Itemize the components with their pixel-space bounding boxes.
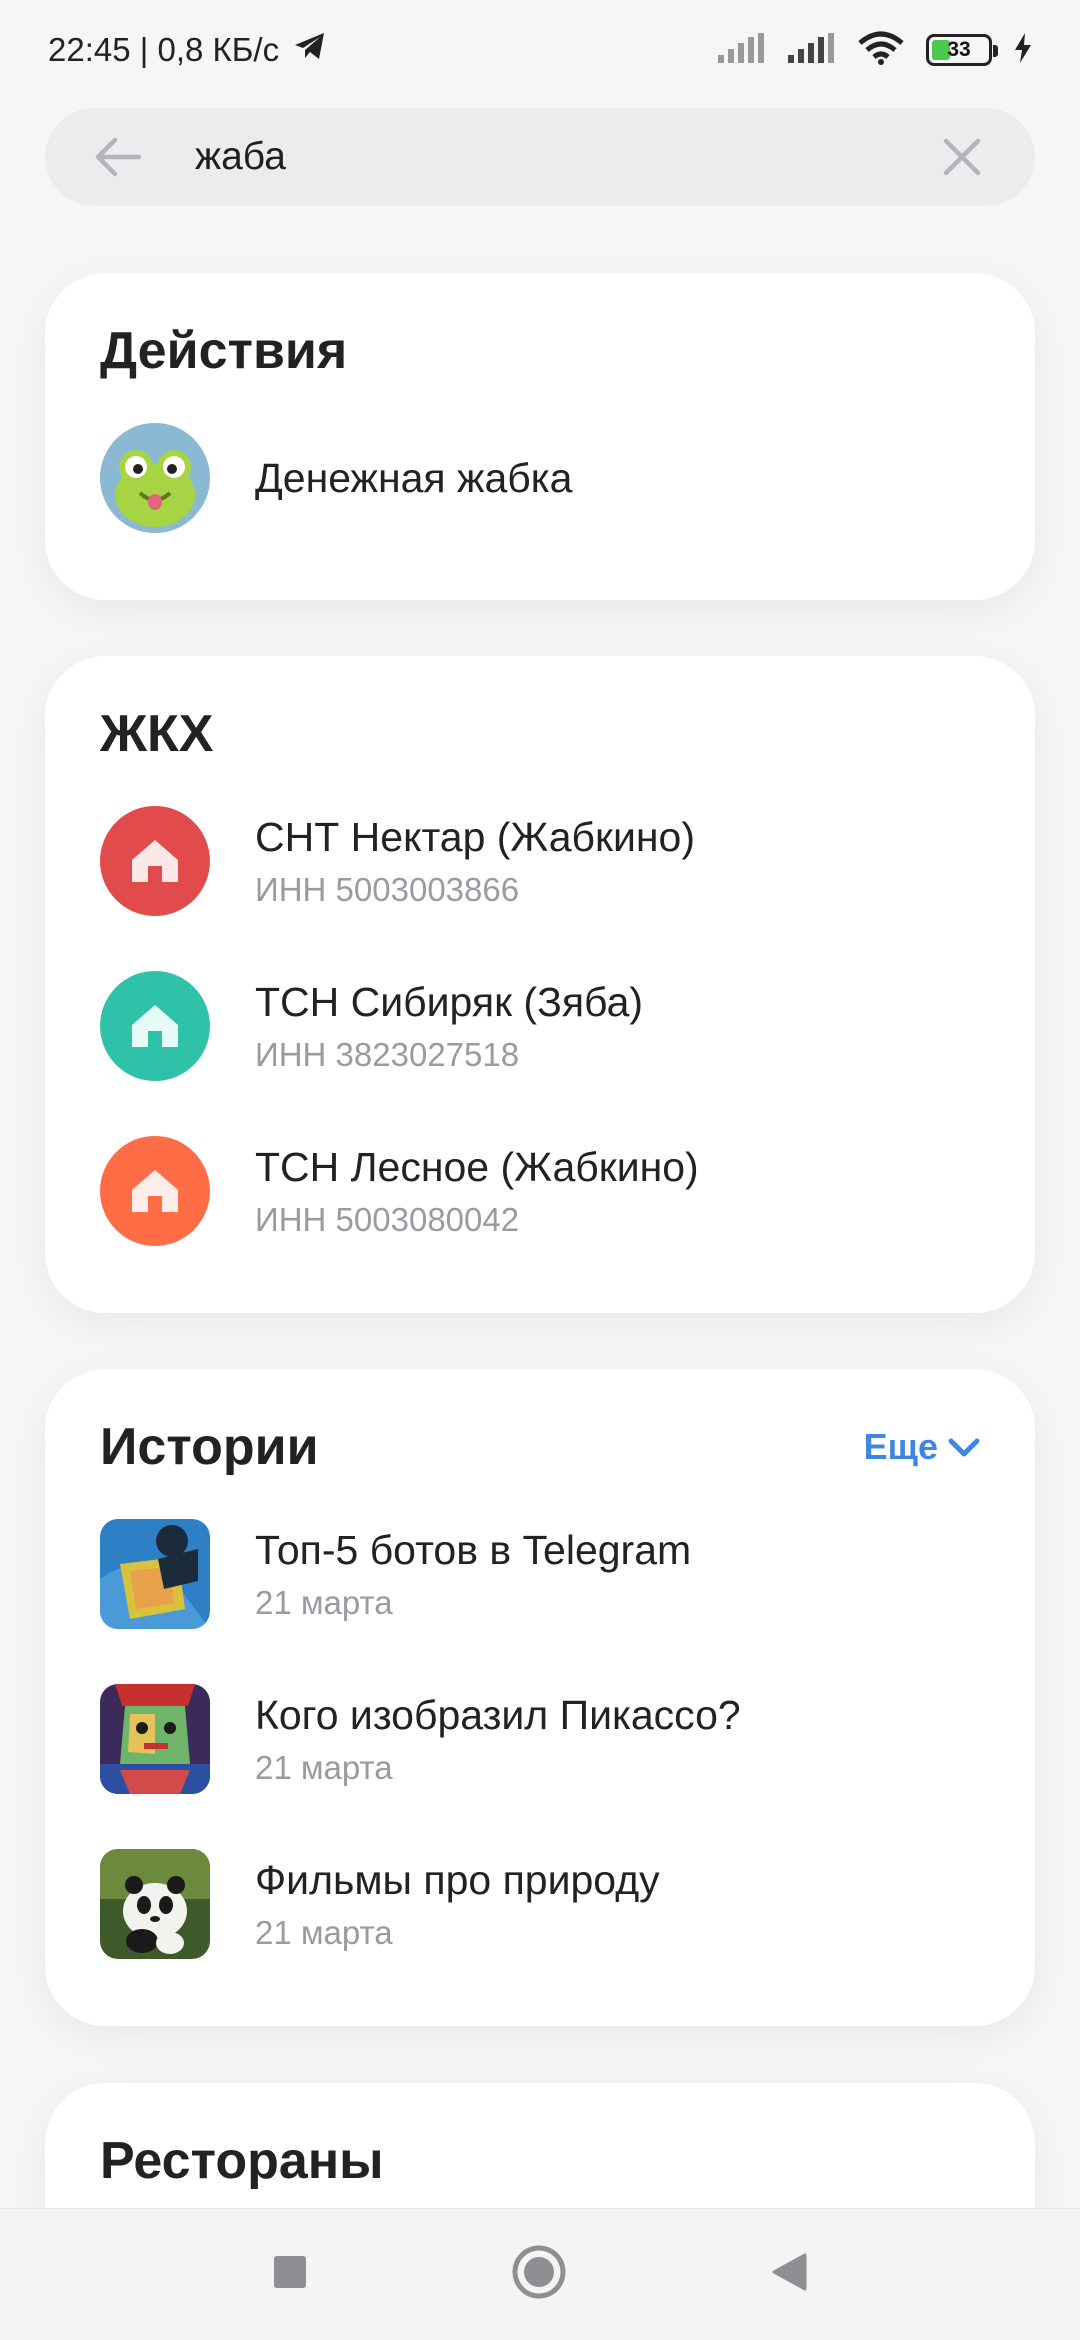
signal-icon-2 [788,32,836,68]
stories-card: Истории Еще Топ-5 ботов в Telegram 21 ма… [45,1369,1035,2026]
story-thumbnail [100,1684,210,1794]
search-input[interactable] [195,135,937,179]
utility-inn: ИНН 3823027518 [255,1035,520,1073]
utility-item[interactable]: СНТ Нектар (Жабкино) ИНН 5003003866 [100,806,980,916]
utility-inn: ИНН 5003080042 [255,1200,520,1238]
story-item[interactable]: Топ-5 ботов в Telegram 21 марта [100,1519,980,1629]
telegram-icon [293,31,327,69]
action-item-label: Денежная жабка [255,454,573,501]
status-time-speed: 22:45 | 0,8 КБ/с [48,31,280,68]
house-icon [100,971,210,1081]
more-label: Еще [863,1426,938,1467]
search-bar [45,108,1035,206]
stories-title: Истории [100,1418,319,1476]
recents-square-icon[interactable] [273,2255,307,2294]
utility-item[interactable]: ТСН Лесное (Жабкино) ИНН 5003080042 [100,1136,980,1246]
story-title: Кого изобразил Пикассо? [255,1691,741,1738]
actions-title: Действия [100,322,348,380]
story-item[interactable]: Кого изобразил Пикассо? 21 марта [100,1684,980,1794]
back-arrow-icon[interactable] [93,132,143,182]
utility-item-text: ТСН Сибиряк (Зяба) ИНН 3823027518 [255,979,643,1074]
battery-icon: 33 [926,34,998,66]
system-nav-bar [0,2208,1080,2340]
utility-inn: ИНН 5003003866 [255,870,520,908]
story-item[interactable]: Фильмы про природу 21 марта [100,1849,980,1959]
house-icon [100,806,210,916]
restaurants-title: Рестораны [100,2132,384,2190]
status-bar: 22:45 | 0,8 КБ/с 33 [0,0,1080,100]
house-icon [100,1136,210,1246]
utility-name: ТСН Лесное (Жабкино) [255,1143,699,1190]
action-item-text: Денежная жабка [255,455,572,502]
utility-name: ТСН Сибиряк (Зяба) [255,978,644,1025]
utilities-title: ЖКХ [100,705,214,763]
story-item-text: Топ-5 ботов в Telegram 21 марта [255,1527,691,1622]
home-circle-icon[interactable] [512,2245,566,2304]
utility-item-text: ТСН Лесное (Жабкино) ИНН 5003080042 [255,1144,699,1239]
signal-icon [718,32,766,68]
story-date: 21 марта [255,1748,393,1786]
frog-avatar-icon [100,423,210,533]
story-date: 21 марта [255,1583,393,1621]
story-title: Фильмы про природу [255,1856,660,1903]
charging-icon [1014,32,1032,68]
status-right: 33 [718,31,1032,70]
actions-card: Действия Денежная жабка [45,273,1035,600]
clear-search-icon[interactable] [937,132,987,182]
stories-header: Истории Еще [100,1369,980,1477]
story-item-text: Кого изобразил Пикассо? 21 марта [255,1692,741,1787]
wifi-icon [858,31,904,70]
story-date: 21 марта [255,1913,393,1951]
utilities-card: ЖКХ СНТ Нектар (Жабкино) ИНН 5003003866 [45,656,1035,1313]
back-triangle-icon[interactable] [771,2253,807,2296]
story-thumbnail [100,1849,210,1959]
more-button[interactable]: Еще [864,1426,980,1468]
screen: 22:45 | 0,8 КБ/с 33 жаба Действия Денежн… [0,0,1080,2340]
utility-item[interactable]: ТСН Сибиряк (Зяба) ИНН 3823027518 [100,971,980,1081]
chevron-down-icon [948,1426,980,1468]
utility-item-text: СНТ Нектар (Жабкино) ИНН 5003003866 [255,814,695,909]
story-item-text: Фильмы про природу 21 марта [255,1857,660,1952]
story-title: Топ-5 ботов в Telegram [255,1526,692,1573]
utility-name: СНТ Нектар (Жабкино) [255,813,695,860]
status-left: 22:45 | 0,8 КБ/с [48,31,327,69]
battery-level: 33 [947,38,971,61]
action-item[interactable]: Денежная жабка [100,423,980,533]
story-thumbnail [100,1519,210,1629]
